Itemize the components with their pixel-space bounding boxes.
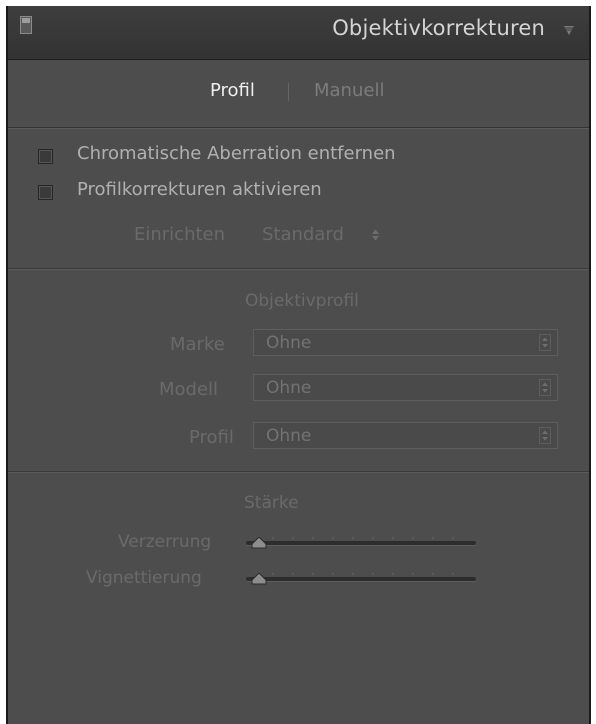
slider-ticks — [272, 537, 454, 539]
tab-bar: Profil Manuell — [8, 59, 589, 128]
tab-divider — [288, 83, 289, 101]
profile-corrections-label[interactable]: Profilkorrekturen aktivieren — [77, 179, 322, 200]
panel-toggle-icon[interactable] — [20, 16, 32, 34]
profil-select[interactable]: Ohne — [253, 422, 558, 449]
profile-corrections-checkbox[interactable] — [38, 185, 53, 200]
amount-heading: Stärke — [244, 493, 299, 513]
vignettierung-slider[interactable] — [246, 577, 476, 581]
modell-value: Ohne — [266, 378, 312, 398]
stepper-arrows-icon[interactable] — [371, 228, 380, 242]
marke-value: Ohne — [266, 333, 312, 353]
slider-ticks — [272, 573, 454, 575]
profil-label: Profil — [189, 427, 234, 448]
triangle-menu-icon[interactable] — [563, 24, 575, 36]
tab-manuell[interactable]: Manuell — [314, 80, 384, 101]
section-divider — [8, 268, 589, 269]
verzerrung-slider-thumb-icon[interactable] — [251, 537, 267, 549]
verzerrung-slider[interactable] — [246, 541, 476, 545]
chromatic-aberration-checkbox[interactable] — [38, 149, 53, 164]
verzerrung-label: Verzerrung — [118, 532, 212, 552]
select-arrows-icon — [539, 334, 551, 351]
setup-value[interactable]: Standard — [262, 224, 344, 245]
setup-label: Einrichten — [134, 224, 226, 245]
lens-profile-heading: Objektivprofil — [245, 291, 359, 311]
section-divider — [8, 471, 589, 472]
modell-select[interactable]: Ohne — [253, 374, 558, 401]
marke-label: Marke — [170, 334, 225, 355]
profil-value: Ohne — [266, 426, 312, 446]
vignettierung-slider-thumb-icon[interactable] — [251, 573, 267, 585]
lens-corrections-panel: Objektivkorrekturen Profil Manuell Chrom… — [6, 6, 591, 724]
modell-label: Modell — [159, 379, 219, 400]
vignettierung-label: Vignettierung — [86, 568, 202, 588]
marke-select[interactable]: Ohne — [253, 329, 558, 356]
tab-profil[interactable]: Profil — [210, 80, 255, 101]
select-arrows-icon — [539, 427, 551, 444]
panel-title: Objektivkorrekturen — [332, 16, 545, 40]
panel-header[interactable]: Objektivkorrekturen — [8, 6, 589, 60]
select-arrows-icon — [539, 379, 551, 396]
chromatic-aberration-label[interactable]: Chromatische Aberration entfernen — [77, 143, 396, 164]
